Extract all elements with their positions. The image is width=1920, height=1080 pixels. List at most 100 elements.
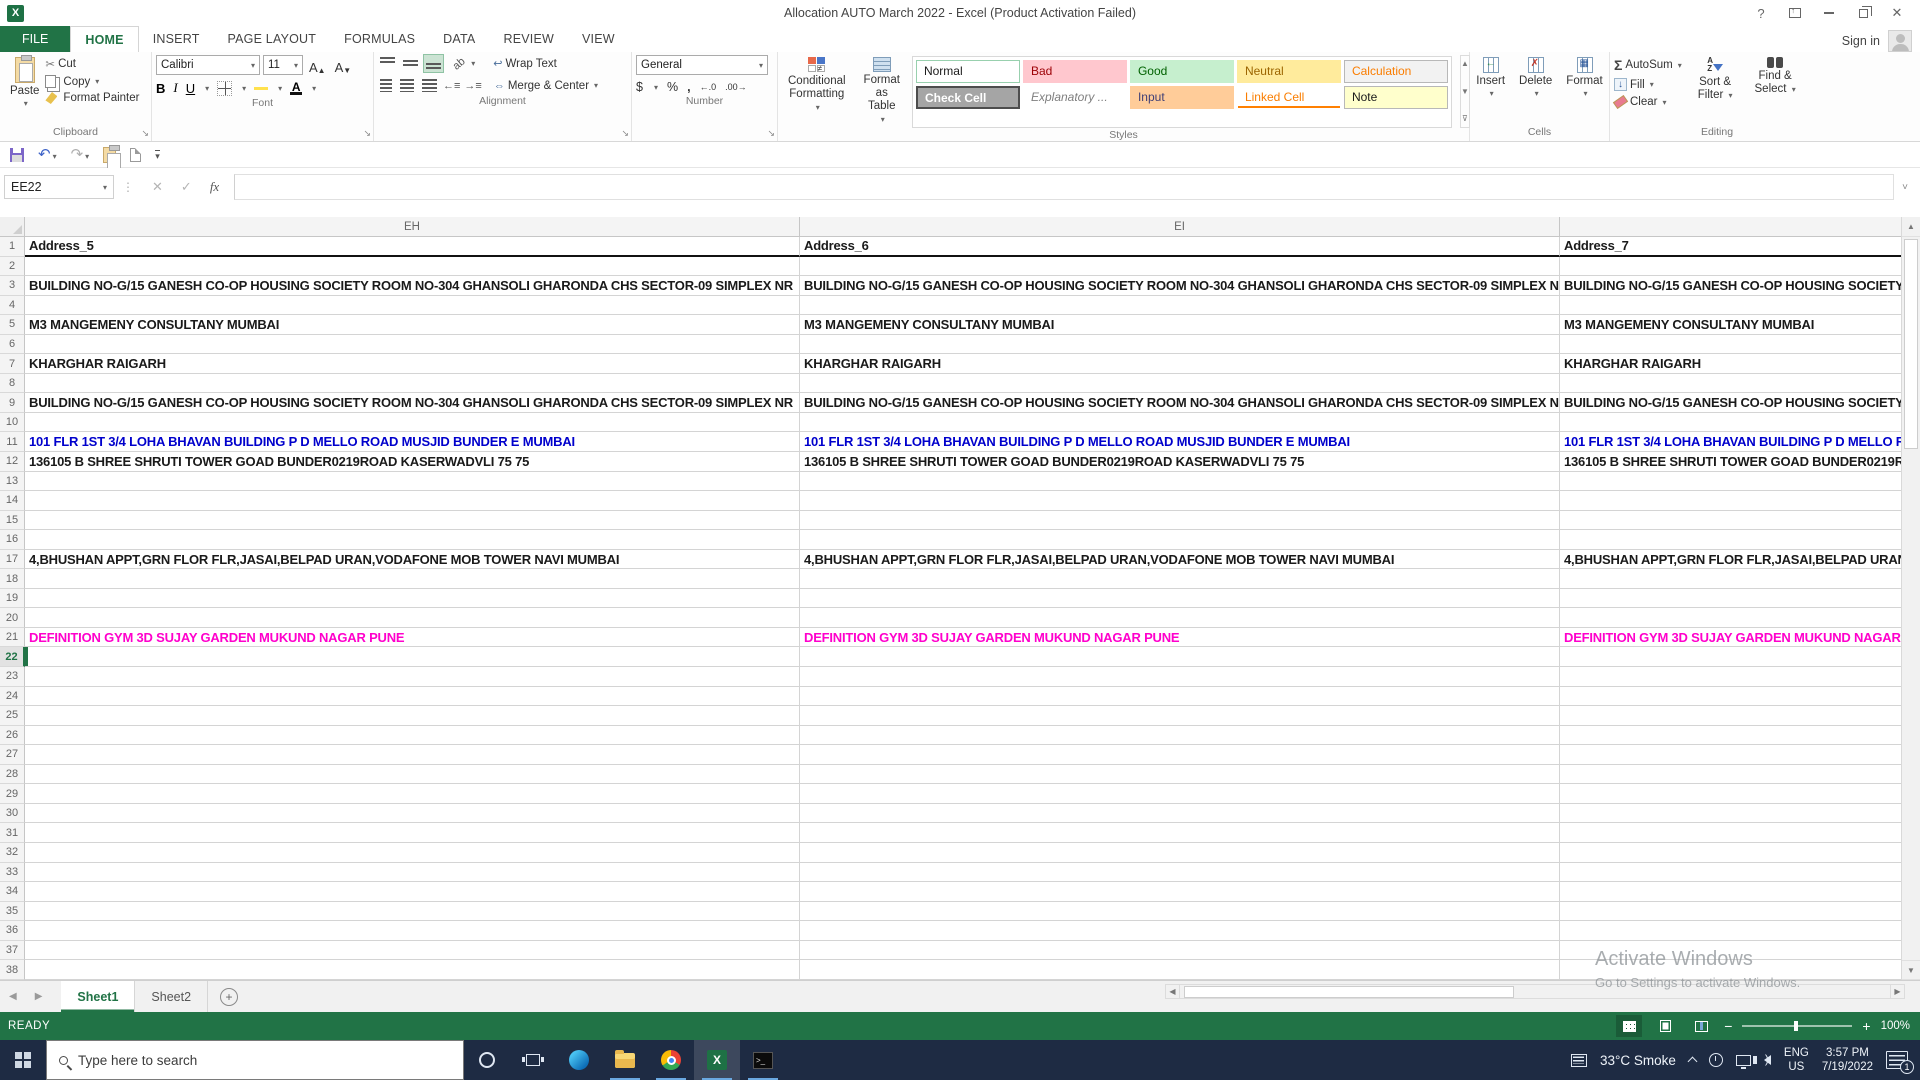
sort-filter-button[interactable]: AZ Sort & Filter ▾ bbox=[1692, 55, 1739, 125]
percent-button[interactable]: % bbox=[667, 80, 678, 94]
edge-button[interactable] bbox=[556, 1040, 602, 1080]
font-size-select[interactable]: 11 ▾ bbox=[263, 55, 303, 75]
cell-r5c0[interactable]: M3 MANGEMENY CONSULTANY MUMBAI bbox=[25, 315, 800, 335]
cell-r16c0[interactable] bbox=[25, 530, 800, 550]
cell-r28c2[interactable] bbox=[1560, 765, 1901, 785]
sheet-tab-sheet2[interactable]: Sheet2 bbox=[135, 981, 209, 1012]
cell-r12c2[interactable]: 136105 B SHREE SHRUTI TOWER GOAD BUNDER0… bbox=[1560, 452, 1901, 472]
column-header-partial[interactable] bbox=[1560, 217, 1901, 236]
cell-r20c2[interactable] bbox=[1560, 608, 1901, 628]
name-box[interactable]: EE22 ▾ bbox=[4, 175, 114, 199]
scroll-left-icon[interactable]: ◀ bbox=[1165, 984, 1180, 999]
cell-r1c1[interactable]: Address_6 bbox=[800, 237, 1560, 257]
cell-r27c0[interactable] bbox=[25, 745, 800, 765]
tab-page-layout[interactable]: PAGE LAYOUT bbox=[214, 26, 331, 52]
tab-insert[interactable]: INSERT bbox=[139, 26, 214, 52]
cell-r36c1[interactable] bbox=[800, 921, 1560, 941]
cell-r18c0[interactable] bbox=[25, 569, 800, 589]
tab-home[interactable]: HOME bbox=[70, 26, 139, 52]
cell-r6c2[interactable] bbox=[1560, 335, 1901, 355]
number-dialog-launcher-icon[interactable]: ↘ bbox=[767, 128, 775, 139]
cell-r30c2[interactable] bbox=[1560, 804, 1901, 824]
clear-button[interactable]: Clear ▾ bbox=[1612, 94, 1682, 110]
worksheet-grid[interactable]: 1 Address_5 Address_6 Address_7 2 3 BUILDING N… bbox=[0, 237, 1901, 980]
cell-r1c0[interactable]: Address_5 bbox=[25, 237, 800, 257]
delete-cells-button[interactable]: ✗ Delete ▾ bbox=[1513, 55, 1558, 125]
cell-r26c2[interactable] bbox=[1560, 726, 1901, 746]
cell-r8c1[interactable] bbox=[800, 373, 1560, 394]
row-header-26[interactable]: 26 bbox=[0, 725, 25, 746]
paste-button[interactable]: Paste ▾ bbox=[4, 55, 45, 125]
decrease-indent-button[interactable]: ←≡ bbox=[443, 80, 460, 92]
file-explorer-button[interactable] bbox=[602, 1040, 648, 1080]
cell-r31c1[interactable] bbox=[800, 823, 1560, 843]
row-header-30[interactable]: 30 bbox=[0, 803, 25, 824]
row-header-4[interactable]: 4 bbox=[0, 295, 25, 316]
format-cells-button[interactable]: ▦ Format ▾ bbox=[1560, 55, 1608, 125]
cell-r31c0[interactable] bbox=[25, 823, 800, 843]
cell-r36c0[interactable] bbox=[25, 921, 800, 941]
qat-paste-icon[interactable] bbox=[103, 144, 122, 172]
cell-r5c2[interactable]: M3 MANGEMENY CONSULTANY MUMBAI bbox=[1560, 315, 1901, 335]
cell-r11c0[interactable]: 101 FLR 1ST 3/4 LOHA BHAVAN BUILDING P D… bbox=[25, 432, 800, 453]
cell-r10c0[interactable] bbox=[25, 412, 800, 433]
cell-r10c1[interactable] bbox=[800, 412, 1560, 433]
zoom-level[interactable]: 100% bbox=[1881, 1020, 1910, 1032]
network-icon[interactable] bbox=[1735, 1054, 1751, 1069]
cell-r15c2[interactable] bbox=[1560, 511, 1901, 531]
wrap-text-button[interactable]: ↩ Wrap Text bbox=[493, 57, 557, 71]
underline-button[interactable]: U bbox=[186, 81, 195, 96]
sheet-nav-right-icon[interactable]: ▶ bbox=[26, 991, 52, 1002]
row-header-8[interactable]: 8 bbox=[0, 373, 25, 394]
cell-r32c1[interactable] bbox=[800, 842, 1560, 863]
cell-r21c0[interactable]: DEFINITION GYM 3D SUJAY GARDEN MUKUND NA… bbox=[25, 627, 800, 648]
cell-r1c2[interactable]: Address_7 bbox=[1560, 237, 1901, 257]
row-header-21[interactable]: 21 bbox=[0, 627, 25, 648]
row-header-18[interactable]: 18 bbox=[0, 569, 25, 589]
cell-r37c0[interactable] bbox=[25, 940, 800, 961]
format-as-table-button[interactable]: Format as Table ▾ bbox=[858, 55, 906, 128]
cell-r23c2[interactable] bbox=[1560, 667, 1901, 687]
format-painter-button[interactable]: Format Painter bbox=[45, 92, 139, 104]
cell-r14c2[interactable] bbox=[1560, 491, 1901, 511]
fill-button[interactable]: ↓ Fill ▾ bbox=[1614, 78, 1682, 91]
cell-r9c1[interactable]: BUILDING NO-G/15 GANESH CO-OP HOUSING SO… bbox=[800, 393, 1560, 413]
tab-view[interactable]: VIEW bbox=[568, 26, 629, 52]
cell-r13c2[interactable] bbox=[1560, 472, 1901, 492]
show-hidden-icons-chevron[interactable] bbox=[1687, 1056, 1698, 1067]
cell-r14c1[interactable] bbox=[800, 491, 1560, 511]
bottom-align-button[interactable] bbox=[423, 54, 444, 73]
scroll-up-icon[interactable]: ▲ bbox=[1902, 217, 1920, 237]
font-name-select[interactable]: Calibri ▾ bbox=[156, 55, 260, 75]
cell-r12c0[interactable]: 136105 B SHREE SHRUTI TOWER GOAD BUNDER0… bbox=[25, 452, 800, 472]
cell-r19c0[interactable] bbox=[25, 588, 800, 609]
style-linked[interactable]: Linked Cell bbox=[1237, 86, 1341, 109]
cell-r10c2[interactable] bbox=[1560, 413, 1901, 433]
cell-r6c1[interactable] bbox=[800, 334, 1560, 355]
cell-r17c1[interactable]: 4,BHUSHAN APPT,GRN FLOR FLR,JASAI,BELPAD… bbox=[800, 549, 1560, 570]
save-icon[interactable] bbox=[10, 147, 24, 162]
page-break-view-button[interactable] bbox=[1688, 1015, 1714, 1037]
row-header-5[interactable]: 5 bbox=[0, 315, 25, 335]
cell-r38c0[interactable] bbox=[25, 960, 800, 980]
expand-formula-bar-icon[interactable]: ˅ bbox=[1894, 182, 1916, 193]
formula-input[interactable] bbox=[234, 174, 1895, 200]
row-header-6[interactable]: 6 bbox=[0, 334, 25, 355]
new-sheet-button[interactable]: + bbox=[220, 987, 239, 1006]
cell-r9c0[interactable]: BUILDING NO-G/15 GANESH CO-OP HOUSING SO… bbox=[25, 393, 800, 413]
row-header-34[interactable]: 34 bbox=[0, 882, 25, 902]
zoom-in-button[interactable]: + bbox=[1862, 1018, 1870, 1034]
styles-scroll-down-icon[interactable]: ▼ bbox=[1461, 84, 1469, 100]
cell-r24c1[interactable] bbox=[800, 686, 1560, 707]
cell-r18c1[interactable] bbox=[800, 569, 1560, 589]
row-header-12[interactable]: 12 bbox=[0, 452, 25, 472]
cell-r34c2[interactable] bbox=[1560, 882, 1901, 902]
tab-formulas[interactable]: FORMULAS bbox=[330, 26, 429, 52]
autosum-button[interactable]: Σ AutoSum ▾ bbox=[1614, 57, 1682, 73]
row-header-38[interactable]: 38 bbox=[0, 960, 25, 980]
increase-decimal-button[interactable]: ←.0 bbox=[700, 82, 717, 92]
cell-r4c1[interactable] bbox=[800, 295, 1560, 316]
cell-r27c2[interactable] bbox=[1560, 745, 1901, 765]
cell-r23c0[interactable] bbox=[25, 667, 800, 687]
tab-data[interactable]: DATA bbox=[429, 26, 489, 52]
